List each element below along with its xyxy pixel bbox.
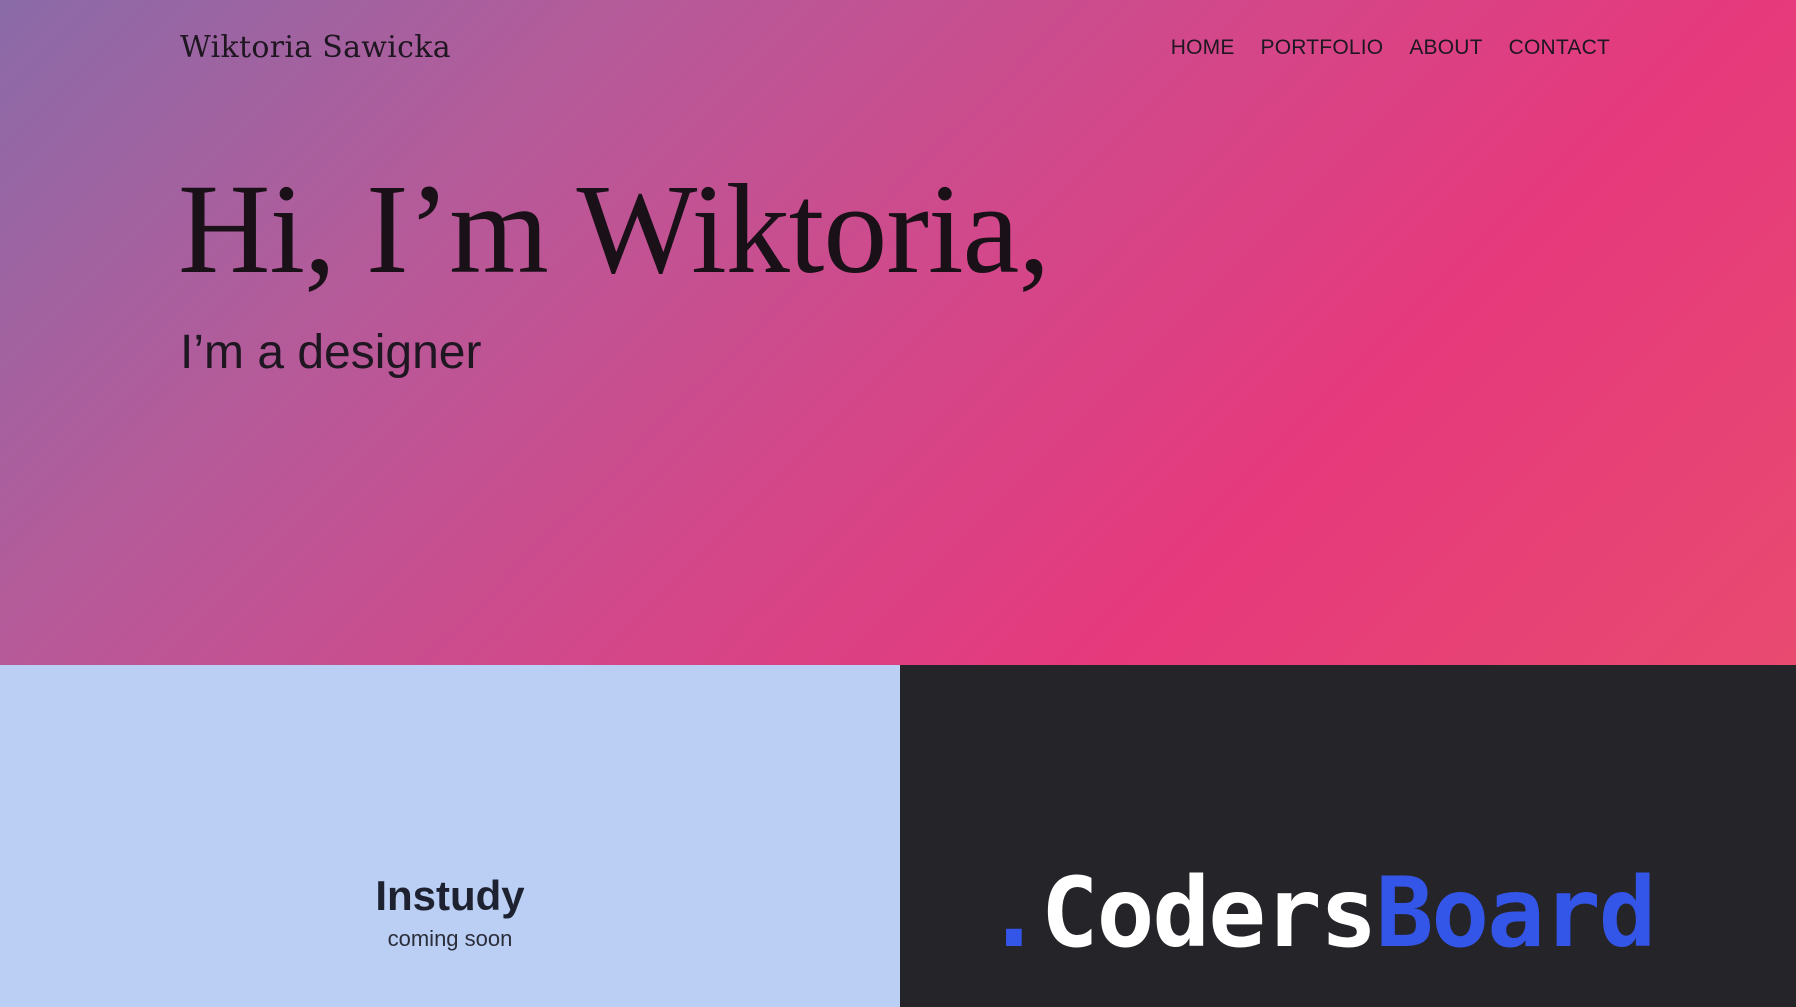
site-brand[interactable]: Wiktoria Sawicka [180,30,451,65]
hero-subheading: I’m a designer [180,326,482,379]
hero-heading: Hi, I’m Wiktoria, [178,158,1050,300]
project-status: coming soon [387,926,513,951]
nav-about-link[interactable]: ABOUT [1409,36,1482,60]
logo-dot: . [985,857,1043,969]
logo-board-text: Board [1375,857,1657,969]
logo-coders-text: Coders [1040,857,1378,969]
project-card-instudy-caption: Instudy coming soon [0,872,900,952]
codersboard-logo: .CodersBoard [985,865,1657,961]
project-card-instudy[interactable] [0,665,900,1007]
nav-portfolio-link[interactable]: PORTFOLIO [1261,36,1384,60]
nav-contact-link[interactable]: CONTACT [1509,36,1610,60]
main-nav: HOME PORTFOLIO ABOUT CONTACT [1171,36,1610,60]
hero-section: Wiktoria Sawicka HOME PORTFOLIO ABOUT CO… [0,0,1796,665]
project-title: Instudy [375,872,525,919]
nav-home-link[interactable]: HOME [1171,36,1235,60]
